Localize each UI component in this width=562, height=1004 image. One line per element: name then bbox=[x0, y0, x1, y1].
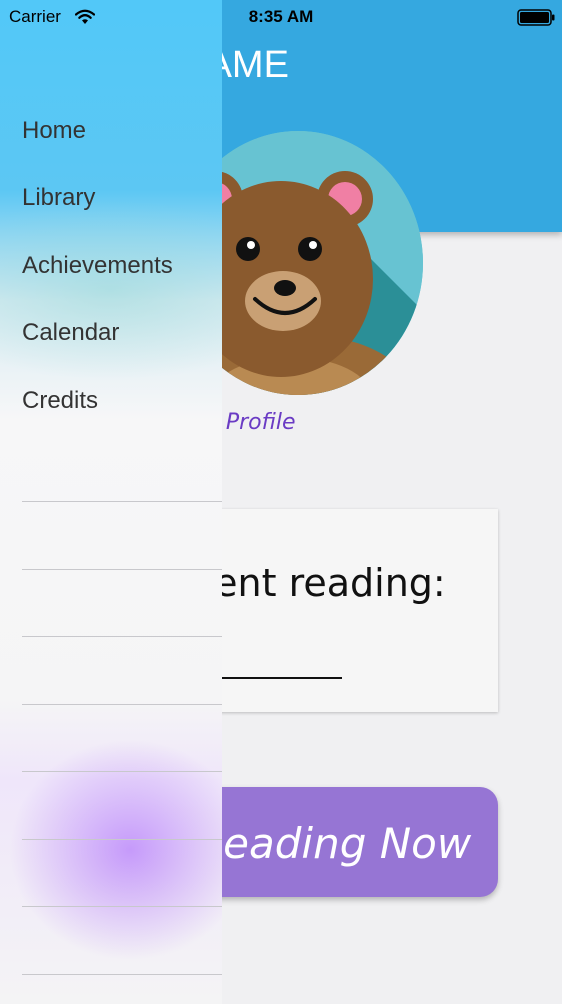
menu-separator bbox=[22, 839, 222, 840]
menu-item-achievements[interactable]: Achievements bbox=[22, 252, 222, 280]
time-spent-label: pent reading: bbox=[190, 561, 446, 605]
menu-separator bbox=[22, 906, 222, 907]
clock: 8:35 AM bbox=[248, 7, 314, 26]
menu-separator bbox=[22, 501, 222, 502]
start-reading-label: Reading Now bbox=[194, 819, 472, 868]
side-drawer: Home Library Achievements Calendar Credi… bbox=[0, 0, 222, 1004]
menu-separator bbox=[22, 636, 222, 637]
menu-item-home[interactable]: Home bbox=[22, 117, 222, 145]
menu-separator bbox=[22, 771, 222, 772]
status-bar: Carrier 8:35 AM bbox=[0, 0, 562, 34]
menu-separator bbox=[22, 704, 222, 705]
menu-item-calendar[interactable]: Calendar bbox=[22, 319, 222, 347]
menu-separator bbox=[22, 974, 222, 975]
battery-icon bbox=[517, 9, 555, 26]
menu-item-credits[interactable]: Credits bbox=[22, 387, 222, 415]
menu-item-library[interactable]: Library bbox=[22, 184, 222, 212]
menu-separator bbox=[22, 569, 222, 570]
